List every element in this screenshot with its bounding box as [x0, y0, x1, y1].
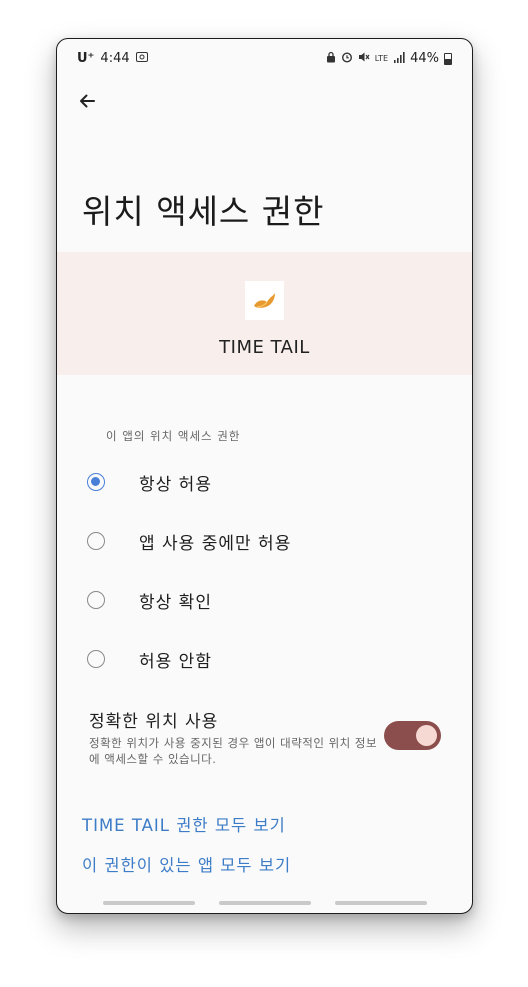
nav-handle-left[interactable] [103, 901, 195, 905]
signal-icon [393, 51, 405, 66]
option-label: 허용 안함 [139, 651, 212, 672]
option-always-allow[interactable]: 항상 허용 [81, 462, 451, 502]
status-bar: U⁺ 4:44 LTE 44% [57, 39, 472, 79]
alarm-icon [341, 51, 353, 66]
carrier-label: U⁺ [77, 51, 95, 66]
precise-location-title: 정확한 위치 사용 [89, 712, 219, 732]
lock-icon [326, 51, 336, 66]
view-all-permissions-link[interactable]: TIME TAIL 권한 모두 보기 [82, 812, 286, 836]
network-type-label: LTE [374, 54, 389, 63]
precise-location-toggle[interactable] [384, 721, 441, 750]
app-name: TIME TAIL [219, 337, 310, 358]
mute-icon [358, 51, 370, 66]
section-label: 이 앱의 위치 액세스 권한 [106, 429, 241, 443]
precise-location-description: 정확한 위치가 사용 중지된 경우 앱이 대략적인 위치 정보에 액세스할 수 … [89, 736, 378, 766]
battery-percent: 44% [410, 51, 439, 66]
radio-selected-icon[interactable] [87, 473, 105, 491]
phone-frame: U⁺ 4:44 LTE 44% 위치 액세스 권한 TIME TAIL 이 앱의… [56, 38, 473, 914]
navigation-bar [57, 901, 472, 909]
toggle-knob [416, 725, 437, 746]
clock: 4:44 [100, 51, 130, 66]
option-label: 항상 확인 [139, 592, 212, 613]
view-all-apps-link[interactable]: 이 권한이 있는 앱 모두 보기 [82, 852, 291, 876]
page-title: 위치 액세스 권한 [82, 192, 325, 231]
app-icon [245, 281, 284, 320]
back-button[interactable] [73, 87, 101, 115]
option-deny[interactable]: 허용 안함 [81, 639, 451, 679]
radio-unselected-icon[interactable] [87, 591, 105, 609]
screenshot-icon [135, 52, 148, 65]
battery-icon [444, 52, 452, 65]
radio-unselected-icon[interactable] [87, 650, 105, 668]
nav-handle-center[interactable] [219, 901, 311, 905]
option-allow-while-using[interactable]: 앱 사용 중에만 허용 [81, 521, 451, 561]
app-header-band: TIME TAIL [57, 252, 472, 375]
back-arrow-icon [80, 94, 95, 108]
option-label: 앱 사용 중에만 허용 [139, 533, 292, 554]
option-ask-every-time[interactable]: 항상 확인 [81, 580, 451, 620]
option-label: 항상 허용 [139, 474, 212, 495]
nav-handle-right[interactable] [335, 901, 427, 905]
radio-unselected-icon[interactable] [87, 532, 105, 550]
